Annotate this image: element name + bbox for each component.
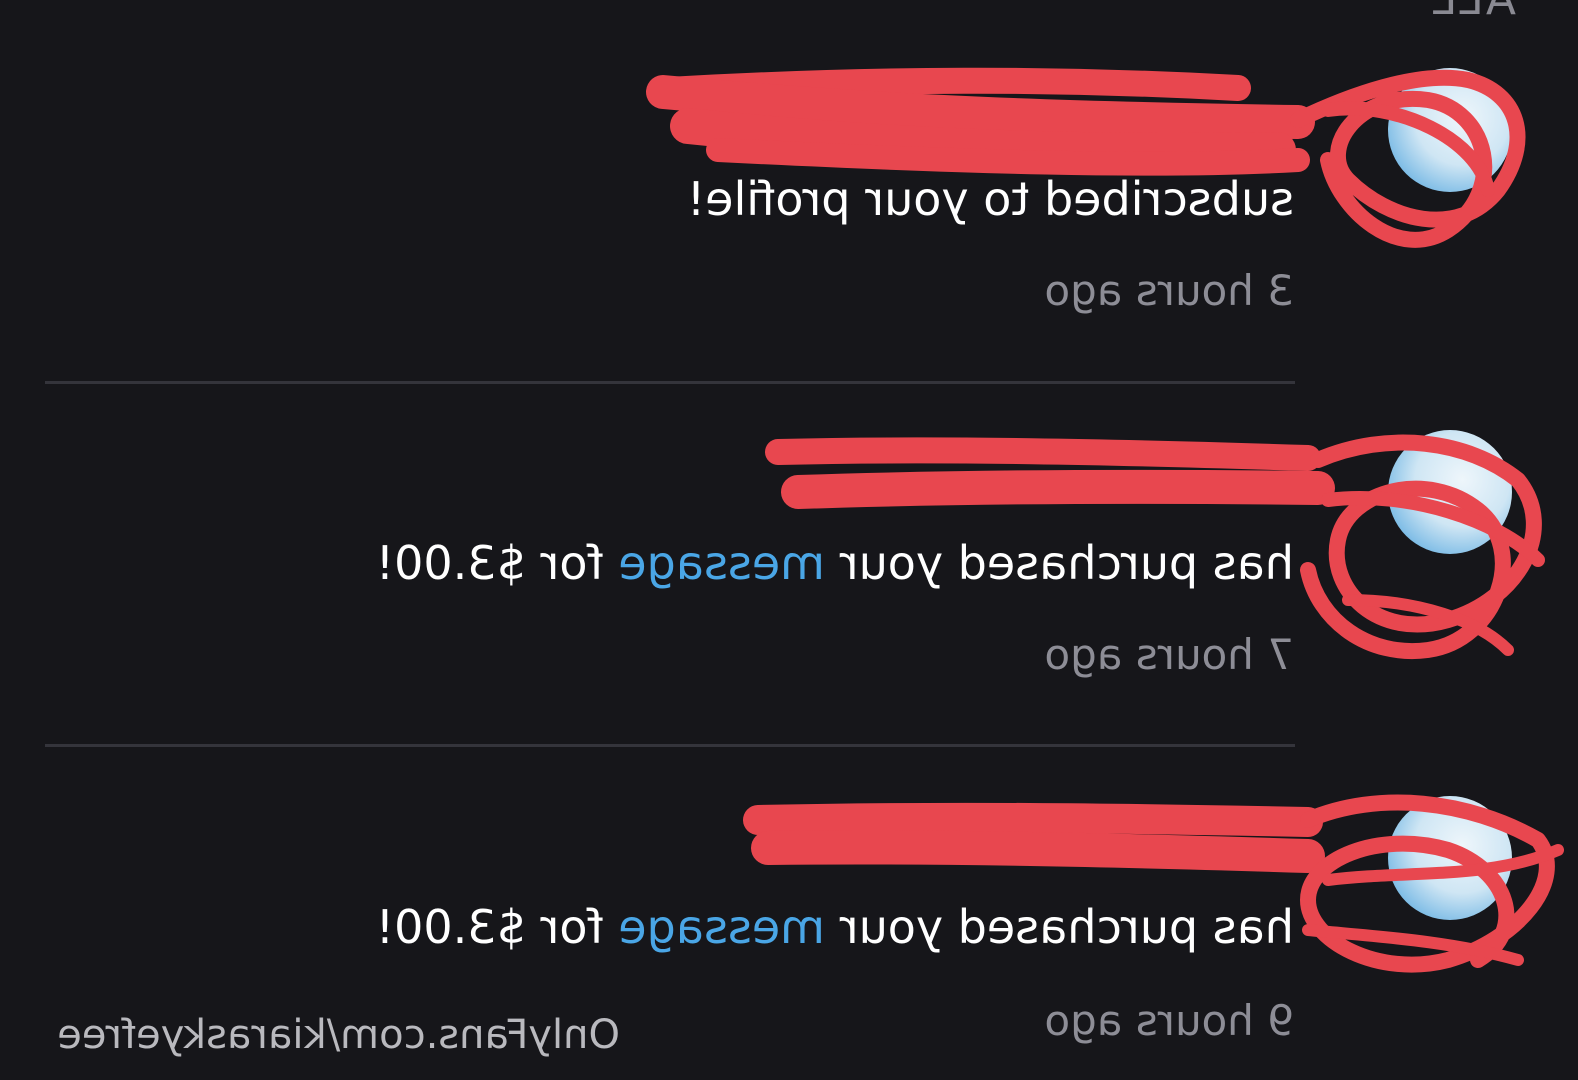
mirrored-screen: ALL subscribed to your profile! 3 hours … <box>0 0 1578 1080</box>
watermark: OnlyFans.com/kiaraskyefree <box>57 1012 620 1058</box>
redaction-scribble <box>743 794 1564 973</box>
